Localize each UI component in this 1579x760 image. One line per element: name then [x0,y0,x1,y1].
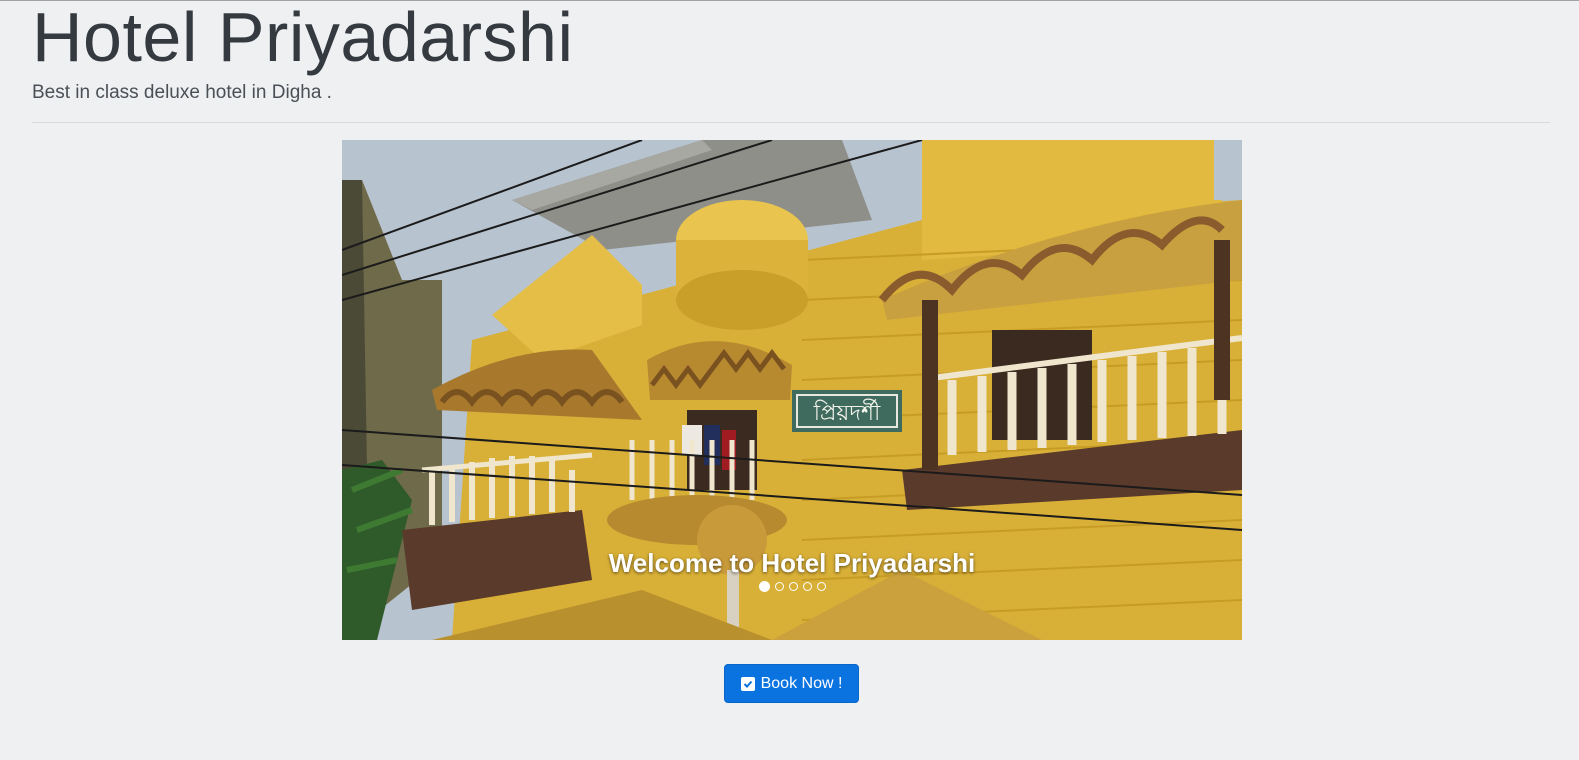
book-now-label: Book Now ! [760,674,843,692]
carousel-indicator[interactable] [788,582,798,591]
carousel-indicator[interactable] [758,581,770,592]
book-now-button[interactable]: Book Now ! [724,664,859,703]
carousel-indicator[interactable] [816,582,826,591]
hero-carousel[interactable]: প্রিয়দর্শী Welcome to Hotel Priyadarshi [342,140,1242,640]
sign-text: প্রিয়দর্শী [813,399,881,426]
carousel-indicator[interactable] [774,582,784,591]
page-title: Hotel Priyadarshi [32,0,574,76]
carousel-caption: Welcome to Hotel Priyadarshi [608,548,976,578]
carousel-indicators [342,581,1242,592]
check-square-icon [740,676,755,691]
divider [32,122,1550,123]
tagline: Best in class deluxe hotel in Digha . [32,82,332,103]
carousel-indicator[interactable] [802,582,812,591]
